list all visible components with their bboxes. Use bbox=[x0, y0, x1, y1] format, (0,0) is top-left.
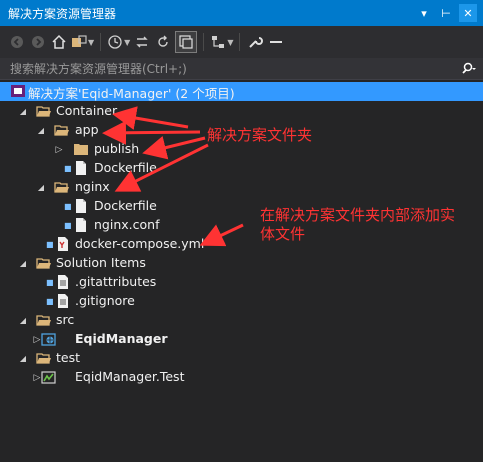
arrow-to-container bbox=[112, 106, 189, 130]
arrow-to-nginx bbox=[114, 143, 209, 192]
arrow-to-app bbox=[102, 120, 201, 145]
annotation-solution-folder: 解决方案文件夹 bbox=[207, 126, 313, 144]
annotation-add-entity-line2: 体文件 bbox=[260, 225, 306, 243]
annotation-add-entity-line1: 在解决方案文件夹内部添加实 bbox=[260, 206, 456, 224]
annotation-arrows bbox=[102, 106, 244, 247]
arrow-to-docker-compose bbox=[199, 223, 244, 247]
